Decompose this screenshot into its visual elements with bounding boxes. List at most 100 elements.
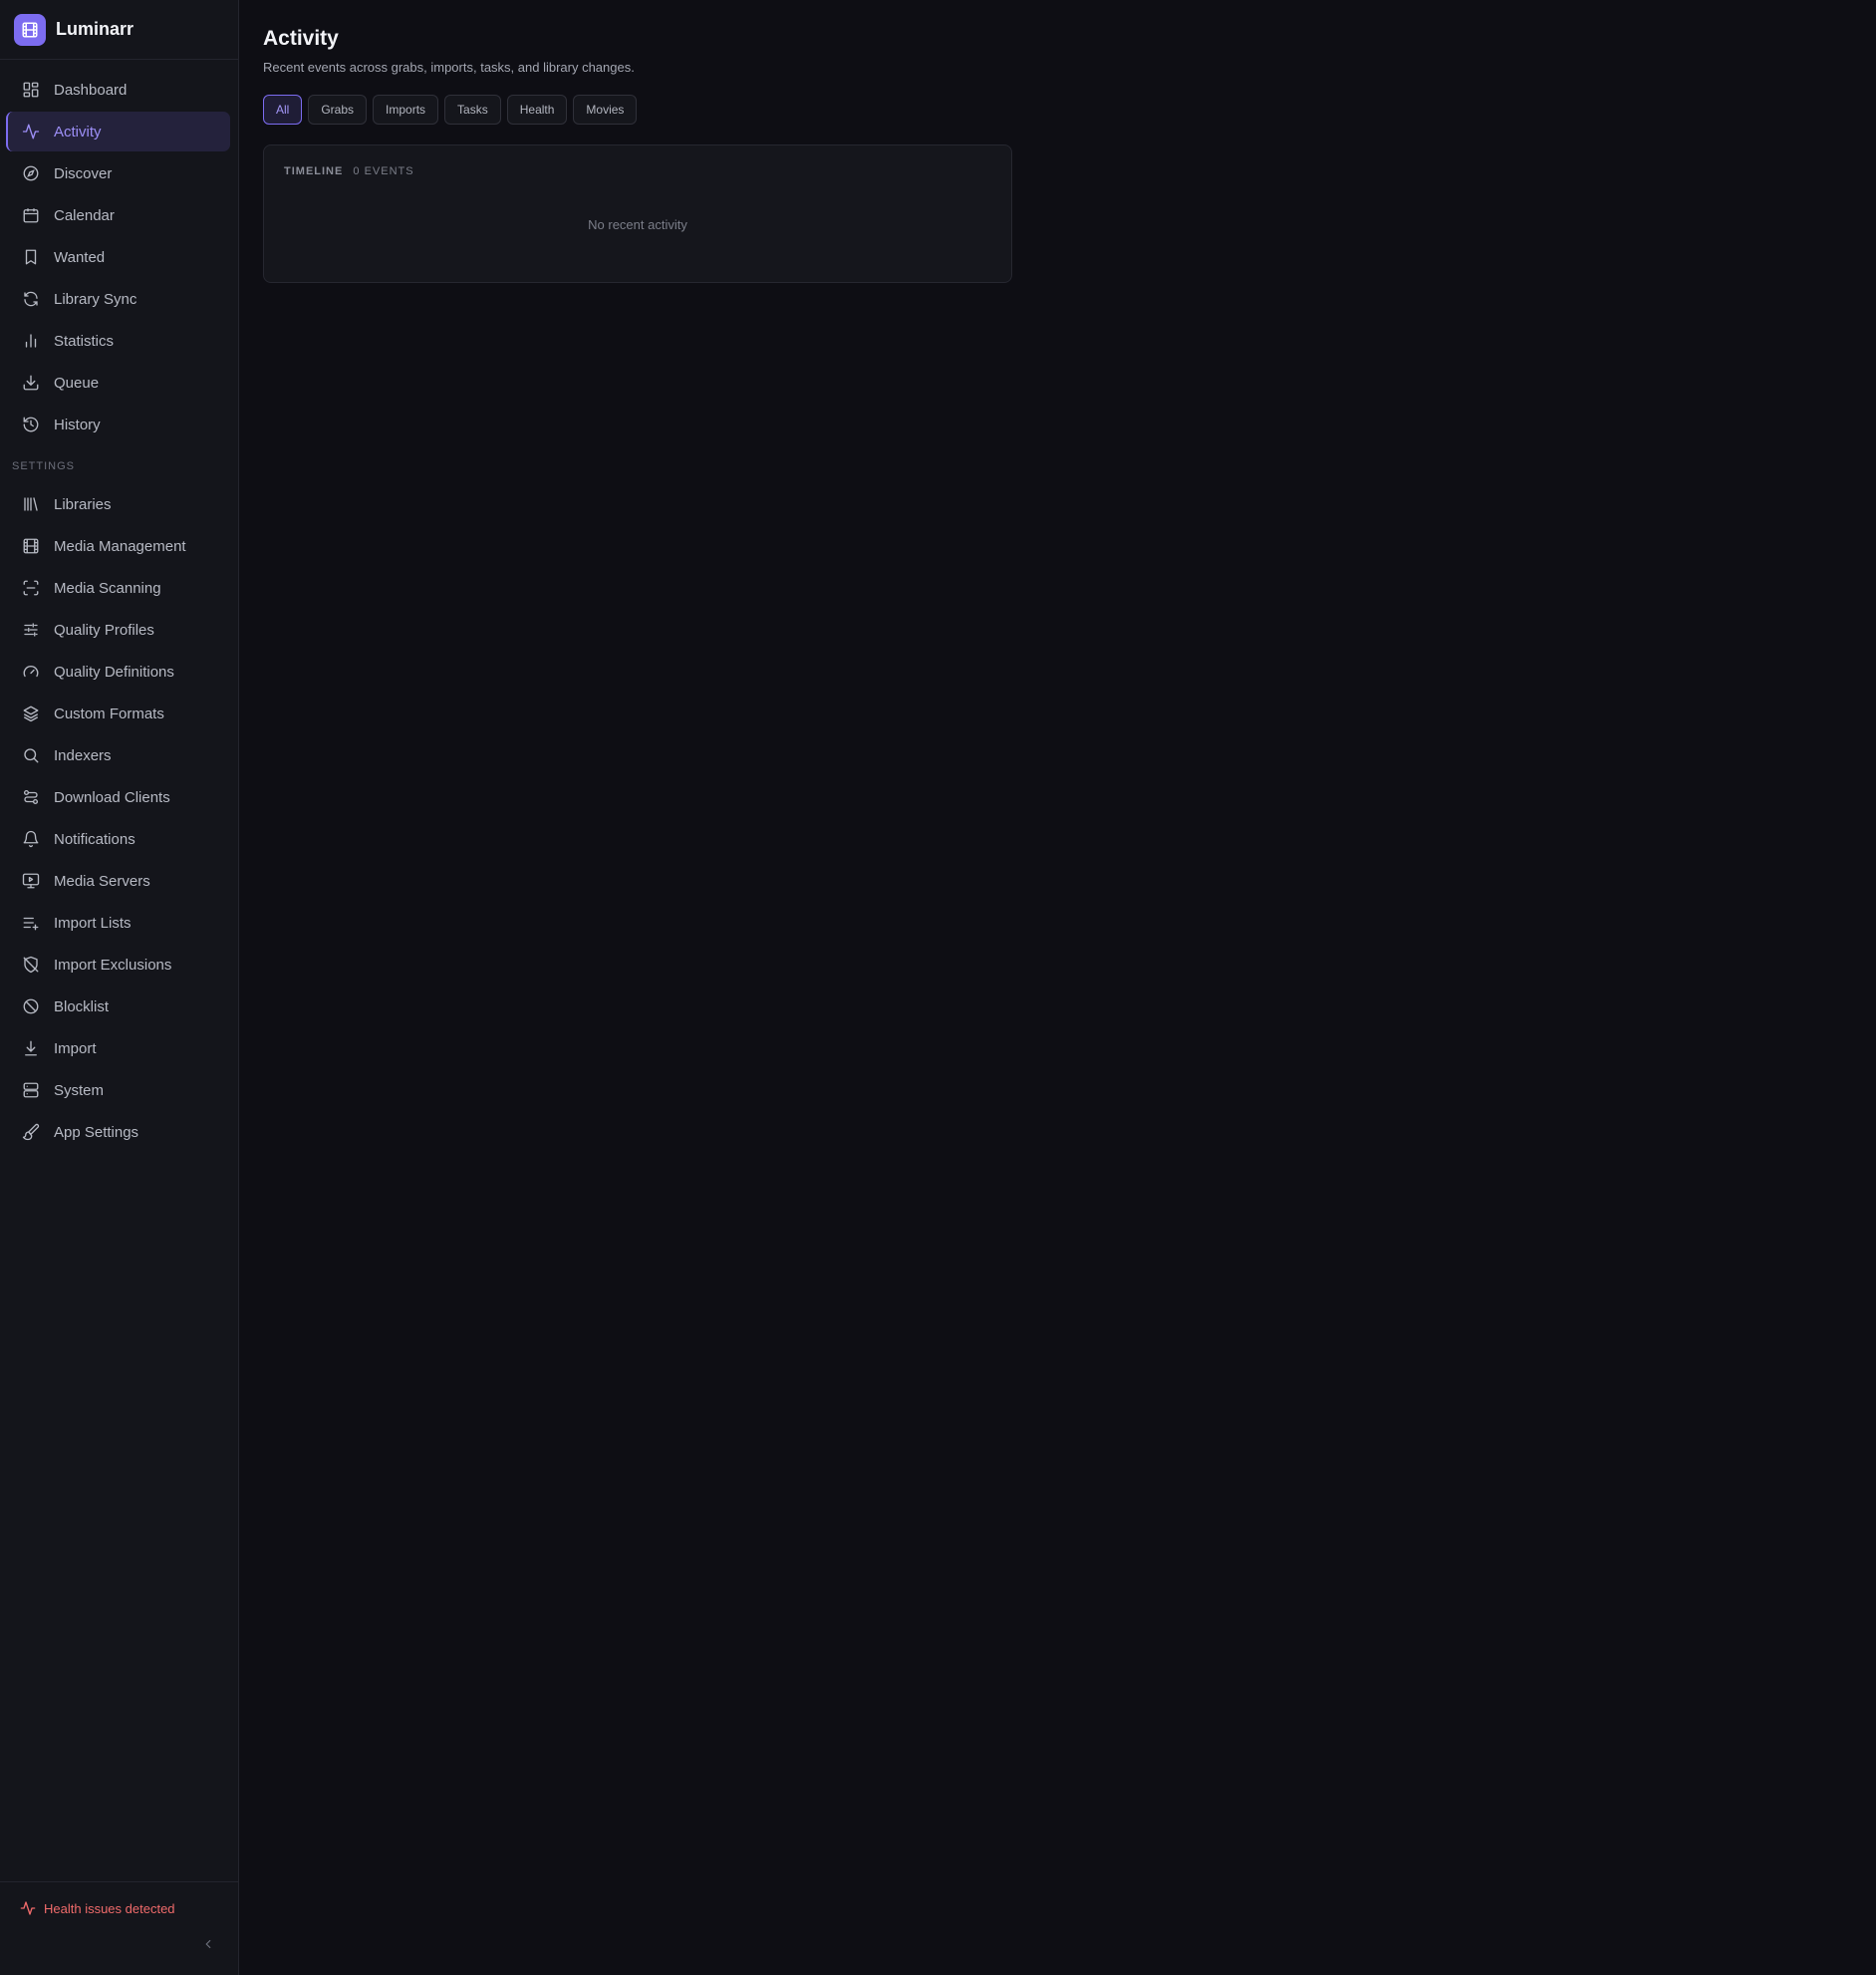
film-logo-icon <box>14 13 46 46</box>
app-name: Luminarr <box>56 19 134 39</box>
sidebar-item-custom-formats[interactable]: Custom Formats <box>6 694 230 733</box>
filter-health[interactable]: Health <box>506 95 568 125</box>
sidebar-item-notifications[interactable]: Notifications <box>6 819 230 859</box>
sidebar-item-media-management[interactable]: Media Management <box>6 526 230 566</box>
bell-icon <box>22 830 40 848</box>
filter-tasks[interactable]: Tasks <box>444 95 501 125</box>
sidebar-item-libraries[interactable]: Libraries <box>6 484 230 524</box>
compass-icon <box>22 164 40 182</box>
sidebar-item-label: Library Sync <box>54 290 137 308</box>
sidebar-item-queue[interactable]: Queue <box>6 363 230 403</box>
shield-off-icon <box>22 956 40 974</box>
sidebar-footer: Health issues detected <box>0 1881 238 1975</box>
timeline-card: TIMELINE 0 EVENTS No recent activity <box>263 144 1012 283</box>
filter-grabs[interactable]: Grabs <box>308 95 368 125</box>
route-icon <box>22 788 40 806</box>
sliders-icon <box>22 621 40 639</box>
search-icon <box>22 746 40 764</box>
sidebar-item-app-settings[interactable]: App Settings <box>6 1112 230 1152</box>
filter-tabs: All Grabs Imports Tasks Health Movies <box>263 95 1852 125</box>
history-icon <box>22 416 40 433</box>
sidebar-item-label: Media Scanning <box>54 579 161 597</box>
server-icon <box>22 1081 40 1099</box>
monitor-icon <box>22 872 40 890</box>
filter-movies[interactable]: Movies <box>573 95 638 125</box>
sidebar-item-import[interactable]: Import <box>6 1028 230 1068</box>
sidebar-item-label: Quality Definitions <box>54 663 174 681</box>
sidebar-item-label: Queue <box>54 374 100 392</box>
sidebar-item-label: Statistics <box>54 332 115 350</box>
sidebar-item-label: App Settings <box>54 1123 139 1141</box>
sidebar-item-calendar[interactable]: Calendar <box>6 195 230 235</box>
sidebar-item-label: Calendar <box>54 206 115 224</box>
page-subtitle: Recent events across grabs, imports, tas… <box>263 60 635 75</box>
sidebar-item-blocklist[interactable]: Blocklist <box>6 987 230 1026</box>
sidebar-item-label: Import Exclusions <box>54 956 172 974</box>
sidebar-item-label: Custom Formats <box>54 705 164 722</box>
filter-imports[interactable]: Imports <box>373 95 439 125</box>
gauge-icon <box>22 663 40 681</box>
sidebar-item-media-servers[interactable]: Media Servers <box>6 861 230 901</box>
sidebar-item-quality-definitions[interactable]: Quality Definitions <box>6 652 230 692</box>
timeline-header: TIMELINE 0 EVENTS <box>284 165 991 177</box>
sidebar-item-label: Quality Profiles <box>54 621 154 639</box>
sidebar-item-label: Blocklist <box>54 997 110 1015</box>
download-icon <box>22 374 40 392</box>
sidebar-item-label: System <box>54 1081 105 1099</box>
sidebar: Luminarr Dashboard Activity Discover Cal… <box>0 0 239 1975</box>
sidebar-item-activity[interactable]: Activity <box>6 112 230 151</box>
sidebar-item-import-exclusions[interactable]: Import Exclusions <box>6 945 230 985</box>
layers-icon <box>22 705 40 722</box>
app-root: Luminarr Dashboard Activity Discover Cal… <box>0 0 1876 1975</box>
sidebar-item-label: Indexers <box>54 746 112 764</box>
dashboard-icon <box>22 81 40 99</box>
sidebar-item-label: Import <box>54 1039 97 1057</box>
calendar-icon <box>22 206 40 224</box>
sidebar-item-statistics[interactable]: Statistics <box>6 321 230 361</box>
sidebar-item-label: Discover <box>54 164 113 182</box>
sidebar-item-label: Media Management <box>54 537 186 555</box>
sidebar-item-label: Download Clients <box>54 788 170 806</box>
arrow-down-to-line-icon <box>22 1039 40 1057</box>
list-plus-icon <box>22 914 40 932</box>
sidebar-item-label: Import Lists <box>54 914 132 932</box>
activity-icon <box>20 1901 36 1915</box>
sidebar-item-download-clients[interactable]: Download Clients <box>6 777 230 817</box>
sidebar-item-discover[interactable]: Discover <box>6 153 230 193</box>
empty-state: No recent activity <box>588 217 687 232</box>
sidebar-item-dashboard[interactable]: Dashboard <box>6 70 230 110</box>
library-icon <box>22 495 40 513</box>
main-content: Activity Recent events across grabs, imp… <box>239 0 1876 1975</box>
health-status-text: Health issues detected <box>44 1900 175 1916</box>
filter-all[interactable]: All <box>263 95 303 125</box>
timeline-title: TIMELINE <box>284 165 344 177</box>
sidebar-item-label: Activity <box>54 123 102 141</box>
ban-icon <box>22 997 40 1015</box>
sidebar-item-label: Dashboard <box>54 81 128 99</box>
sidebar-item-label: History <box>54 416 101 433</box>
sidebar-item-wanted[interactable]: Wanted <box>6 237 230 277</box>
collapse-sidebar-button[interactable] <box>200 1936 216 1952</box>
sidebar-item-system[interactable]: System <box>6 1070 230 1110</box>
sidebar-item-label: Notifications <box>54 830 135 848</box>
film-icon <box>22 537 40 555</box>
primary-nav: Dashboard Activity Discover Calendar Wan… <box>0 60 238 1152</box>
refresh-icon <box>22 290 40 308</box>
sidebar-item-indexers[interactable]: Indexers <box>6 735 230 775</box>
sidebar-item-quality-profiles[interactable]: Quality Profiles <box>6 610 230 650</box>
health-status[interactable]: Health issues detected <box>0 1882 238 1916</box>
sidebar-item-history[interactable]: History <box>6 405 230 444</box>
scan-icon <box>22 579 40 597</box>
sidebar-item-label: Wanted <box>54 248 106 266</box>
bar-chart-icon <box>22 332 40 350</box>
brand[interactable]: Luminarr <box>0 0 238 60</box>
sidebar-item-library-sync[interactable]: Library Sync <box>6 279 230 319</box>
bookmark-icon <box>22 248 40 266</box>
page-title: Activity <box>263 27 339 50</box>
paintbrush-icon <box>22 1123 40 1141</box>
sidebar-item-label: Libraries <box>54 495 112 513</box>
sidebar-item-import-lists[interactable]: Import Lists <box>6 903 230 943</box>
sidebar-item-media-scanning[interactable]: Media Scanning <box>6 568 230 608</box>
chevron-left-icon <box>205 1939 211 1949</box>
sidebar-item-label: Media Servers <box>54 872 150 890</box>
